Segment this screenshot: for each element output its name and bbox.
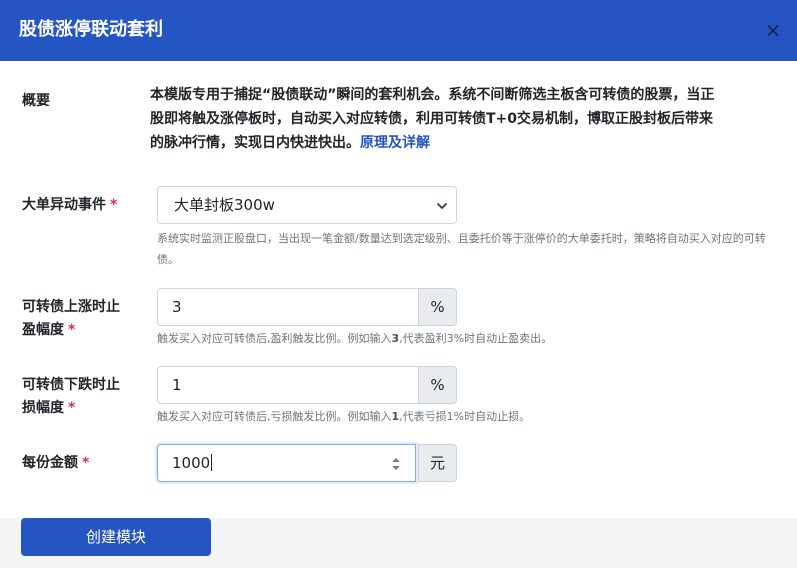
currency-addon: 元 (418, 444, 457, 482)
event-help: 系统实时监测正股盘口，当出现一笔金额/数量达到选定级别、且委托价等于涨停价的大单… (157, 232, 766, 266)
stop-loss-help-prefix: 触发买入对应可转债后,亏损触发比例。例如输入 (157, 410, 392, 423)
amount-input[interactable]: 1000 (157, 444, 416, 482)
text-caret (211, 454, 213, 471)
required-mark: * (68, 400, 76, 416)
required-mark: * (110, 197, 118, 213)
percent-addon: % (418, 288, 457, 326)
stop-loss-label-line2: 损幅度 (22, 400, 64, 416)
amount-input-value: 1000 (172, 454, 211, 472)
modal-header: 股债涨停联动套利 × (0, 0, 797, 61)
required-mark: * (82, 455, 90, 471)
summary-body: 本模版专用于捕捉“股债联动”瞬间的套利机会。系统不间断筛选主板含可转债的股票，当… (150, 87, 715, 151)
amount-label-text: 每份金额 (22, 455, 78, 471)
modal-title: 股债涨停联动套利 (19, 19, 163, 40)
stop-loss-label: 可转债下跌时止 损幅度 * (22, 374, 120, 420)
event-select[interactable]: 大单封板300w (157, 186, 457, 224)
summary-label: 概要 (22, 93, 50, 109)
stop-loss-label-line1: 可转债下跌时止 (22, 377, 120, 393)
take-profit-label-line1: 可转债上涨时止 (22, 299, 120, 315)
percent-addon: % (418, 366, 457, 404)
event-label: 大单异动事件 * (22, 194, 117, 217)
chevron-down-icon (437, 203, 447, 209)
summary-text: 本模版专用于捕捉“股债联动”瞬间的套利机会。系统不间断筛选主板含可转债的股票，当… (150, 83, 720, 155)
spinner-arrows-icon[interactable] (391, 454, 401, 474)
stop-loss-group: 1 % (157, 366, 457, 404)
event-label-text: 大单异动事件 (22, 197, 106, 213)
create-module-button[interactable]: 创建模块 (21, 518, 211, 556)
stop-loss-input[interactable]: 1 (157, 366, 419, 404)
stop-loss-help-example: 1 (391, 410, 400, 423)
take-profit-help-prefix: 触发买入对应可转债后,盈利触发比例。例如输入 (157, 332, 392, 345)
details-link[interactable]: 原理及详解 (360, 135, 430, 151)
stop-loss-help: 触发买入对应可转债后,亏损触发比例。例如输入1,代表亏损1%时自动止损。 (157, 406, 775, 427)
take-profit-label: 可转债上涨时止 盈幅度 * (22, 296, 120, 342)
take-profit-input[interactable]: 3 (157, 288, 419, 326)
event-select-value: 大单封板300w (174, 196, 275, 214)
take-profit-help: 触发买入对应可转债后,盈利触发比例。例如输入3,代表盈利3%时自动止盈卖出。 (157, 328, 775, 349)
amount-label: 每份金额 * (22, 452, 89, 475)
take-profit-group: 3 % (157, 288, 457, 326)
take-profit-label-line2: 盈幅度 (22, 322, 64, 338)
required-mark: * (68, 322, 76, 338)
take-profit-help-example: 3 (391, 332, 400, 345)
amount-group: 1000 元 (157, 444, 457, 482)
take-profit-help-suffix: ,代表盈利3%时自动止盈卖出。 (399, 332, 553, 345)
stop-loss-help-suffix: ,代表亏损1%时自动止损。 (399, 410, 531, 423)
close-icon[interactable]: × (762, 18, 784, 42)
